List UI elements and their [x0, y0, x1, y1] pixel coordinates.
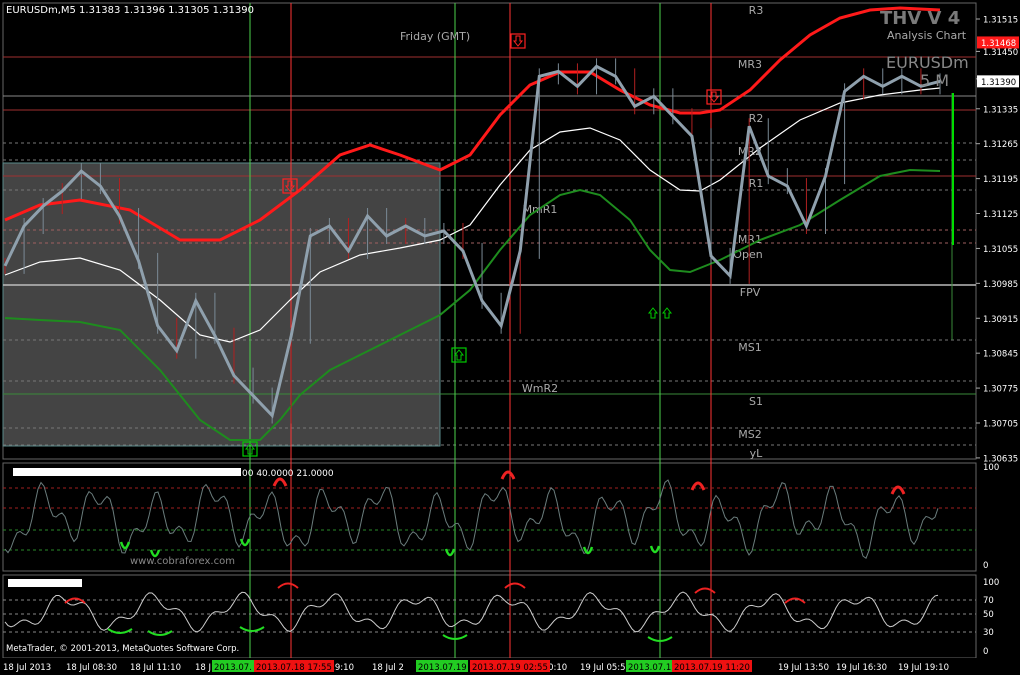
- indicator1-overbought-mark: [690, 481, 706, 491]
- time-tag-buy-label: 2013.07.19: [418, 663, 467, 673]
- time-axis-label: 18 Jul 08:30: [66, 663, 117, 673]
- symbol-big: EURUSDm: [886, 53, 969, 72]
- thv-subtitle: Analysis Chart: [887, 29, 967, 42]
- price-tick-label: 1.31335: [983, 105, 1018, 115]
- indicator1-params: 00 40.0000 21.0000: [242, 469, 334, 479]
- time-axis-label: 18 J: [195, 663, 211, 673]
- symbol-header: EURUSDm,M5 1.31383 1.31396 1.31305 1.313…: [6, 5, 254, 16]
- buy-arrow-icon: [647, 307, 659, 319]
- time-tag-buy-label: 2013.07.: [214, 663, 252, 673]
- pivot-label: MS1: [738, 341, 761, 354]
- price-tick-label: 1.31195: [983, 175, 1018, 185]
- price-tick-label: 1.31515: [983, 16, 1018, 26]
- price-tick-label: 1.30775: [983, 385, 1018, 395]
- price-tick-label: 1.30705: [983, 420, 1018, 430]
- indicator1-line: [4, 479, 939, 559]
- price-tick-label: 1.31450: [983, 48, 1018, 58]
- footer-copyright: MetaTrader, © 2001-2013, MetaQuotes Soft…: [6, 644, 239, 654]
- watermark: www.cobraforex.com: [130, 556, 235, 567]
- time-tag-sell-label: 2013.07.19 02:55: [472, 663, 548, 673]
- price-tick-label: 1.31125: [983, 210, 1018, 220]
- indicator1-axis-label: 100: [983, 463, 999, 473]
- price-tick-label: 1.30985: [983, 280, 1018, 290]
- indicator2-name-bar: [8, 579, 82, 587]
- pivot-label: FPV: [740, 286, 761, 299]
- indicator1-overbought-mark: [890, 485, 906, 495]
- price-tick-label: 1.30845: [983, 350, 1018, 360]
- buy-arrow-icon: [451, 347, 467, 363]
- time-tag-sell-label: 2013.07.18 17:55: [256, 663, 332, 673]
- indicator1-oversold-mark: [239, 538, 251, 547]
- indicator2-axis-label: 30: [983, 628, 994, 638]
- price-chart: R3MR3R2MR2R1MmR1MR1OpenFPVMS1WmR2S1MS2yL…: [0, 2, 1020, 675]
- time-tag-sell-label: 2013.07.19 11:20: [674, 663, 750, 673]
- pivot-label: R1: [749, 177, 764, 190]
- indicator1-overbought-mark: [272, 477, 288, 487]
- sell-arrow-icon: [706, 89, 722, 105]
- indicator1-oversold-mark: [649, 545, 661, 554]
- pivot-label: MS2: [738, 428, 761, 441]
- buy-arrow-icon: [661, 307, 673, 319]
- indicator2-overbought-mark: [504, 582, 526, 589]
- indicator1-overbought-mark: [500, 470, 516, 480]
- sell-arrow-icon: [510, 33, 526, 49]
- current-price-label: 1.31390: [981, 78, 1016, 88]
- price-tick-label: 1.31265: [983, 140, 1018, 150]
- pivot-label: Open: [733, 248, 762, 261]
- indicator1-plot: 100 0: [3, 463, 999, 571]
- indicator2-overbought-mark: [694, 587, 716, 594]
- thv-title: THV V 4: [880, 8, 960, 29]
- asian-session-box: [2, 162, 441, 447]
- indicator1-oversold-mark: [119, 541, 131, 550]
- indicator2-overbought-mark: [784, 597, 806, 604]
- pivot-label: R3: [749, 4, 764, 17]
- timeframe-big: 5 M: [920, 71, 949, 90]
- time-axis-label: 18 Jul 2: [372, 663, 404, 673]
- price-tick-label: 1.30915: [983, 315, 1018, 325]
- indicator2-oversold-mark: [239, 626, 265, 632]
- indicator2-axis-label: 100: [983, 578, 999, 588]
- session-label: Friday (GMT): [400, 30, 470, 43]
- time-axis-label: 18 Jul 2013: [3, 663, 51, 673]
- sell-arrow-icon-glyph: [512, 35, 524, 47]
- indicator1-name-bar: [13, 468, 241, 476]
- red-level-label: 1.31468: [981, 39, 1016, 49]
- time-axis-label: 19 Jul 05:5: [580, 663, 626, 673]
- pivot-label: S1: [749, 395, 763, 408]
- price-tick-label: 1.31055: [983, 245, 1018, 255]
- indicator2-axis-label: 0: [983, 647, 988, 657]
- indicator2-overbought-mark: [277, 582, 299, 589]
- indicator1-axis-label: 0: [983, 561, 988, 571]
- time-axis-label: 18 Jul 11:10: [130, 663, 181, 673]
- indicator2-axis-label: 50: [983, 610, 994, 620]
- time-axis: 18 Jul 2013 18 Jul 08:30 18 Jul 11:10 18 J 1…: [0, 658, 1020, 675]
- pivot-label: WmR2: [522, 382, 558, 395]
- price-axis: 1.315151.314501.313951.313351.312651.311…: [976, 16, 1019, 464]
- time-axis-label: 19 Jul 16:30: [836, 663, 887, 673]
- pivot-label: R2: [749, 112, 764, 125]
- time-axis-label: 19 Jul 13:50: [778, 663, 829, 673]
- indicator2-axis-label: 70: [983, 596, 994, 606]
- pivot-label: MR3: [738, 58, 762, 71]
- buy-arrow-icon-glyph: [453, 349, 465, 361]
- time-axis-label: 19 Jul 19:10: [898, 663, 949, 673]
- time-tag-buy-label: 2013.07.1: [628, 663, 671, 673]
- pivot-label: yL: [750, 447, 764, 460]
